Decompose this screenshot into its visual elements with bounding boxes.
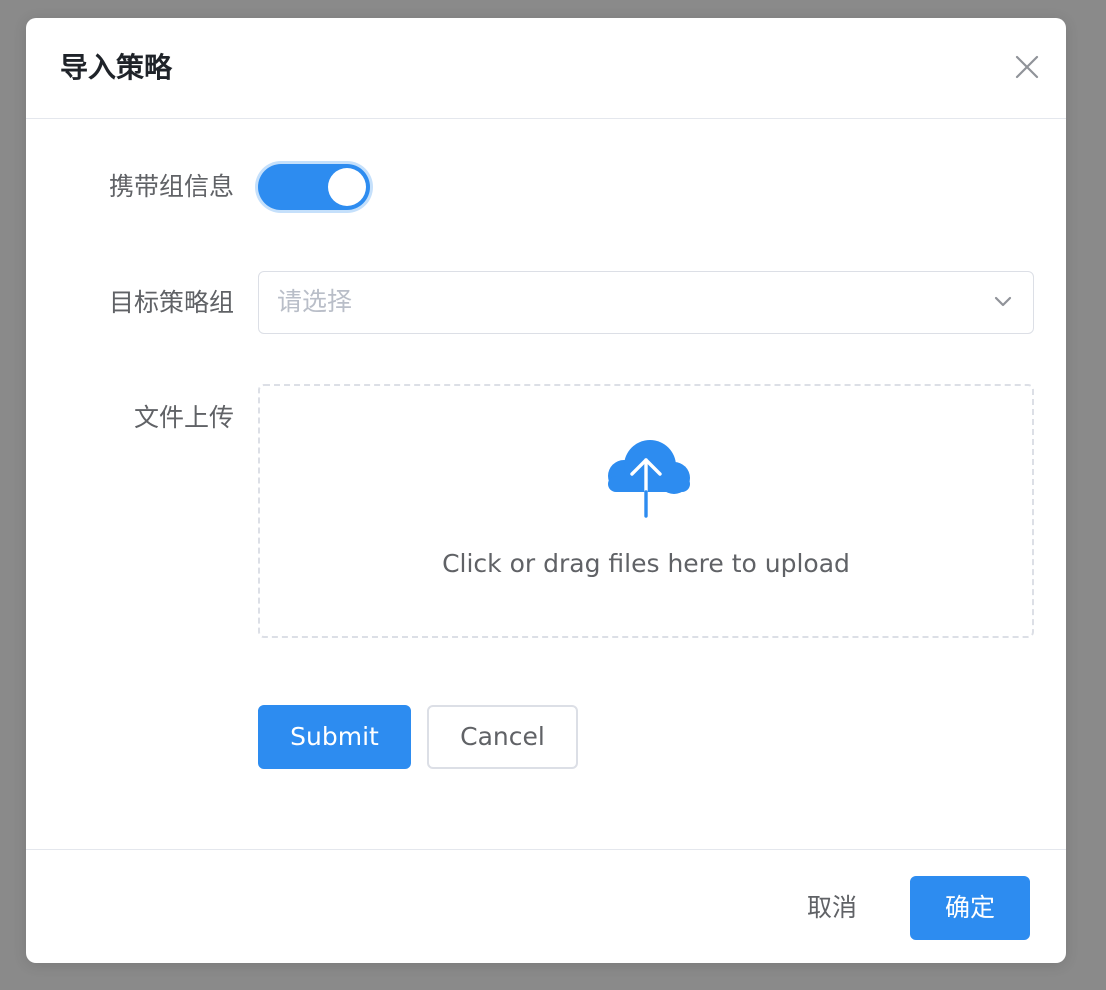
toggle-knob (328, 168, 366, 206)
cancel-button[interactable]: Cancel (427, 705, 578, 769)
import-policy-dialog: 导入策略 携带组信息 目标策略组 请选择 文件上传 Click or drag … (26, 18, 1066, 963)
cloud-upload-icon (608, 440, 690, 518)
submit-button[interactable]: Submit (258, 705, 411, 769)
confirm-button[interactable]: 确定 (910, 876, 1030, 940)
footer-cancel-button[interactable]: 取消 (807, 890, 857, 926)
dialog-header: 导入策略 (26, 18, 1066, 119)
close-button[interactable] (1010, 50, 1044, 84)
file-upload-label: 文件上传 (133, 403, 234, 432)
target-group-select[interactable]: 请选择 (258, 271, 1034, 334)
select-placeholder: 请选择 (277, 287, 353, 316)
carry-group-info-toggle[interactable] (258, 164, 370, 210)
file-upload-dropzone[interactable]: Click or drag files here to upload (258, 384, 1034, 638)
target-group-label: 目标策略组 (108, 288, 234, 317)
carry-group-info-label: 携带组信息 (108, 172, 234, 201)
close-icon (1015, 55, 1039, 79)
upload-hint: Click or drag files here to upload (442, 549, 850, 578)
dialog-title: 导入策略 (60, 51, 173, 84)
chevron-down-icon (994, 296, 1012, 307)
dialog-footer: 取消 确定 (26, 849, 1066, 963)
